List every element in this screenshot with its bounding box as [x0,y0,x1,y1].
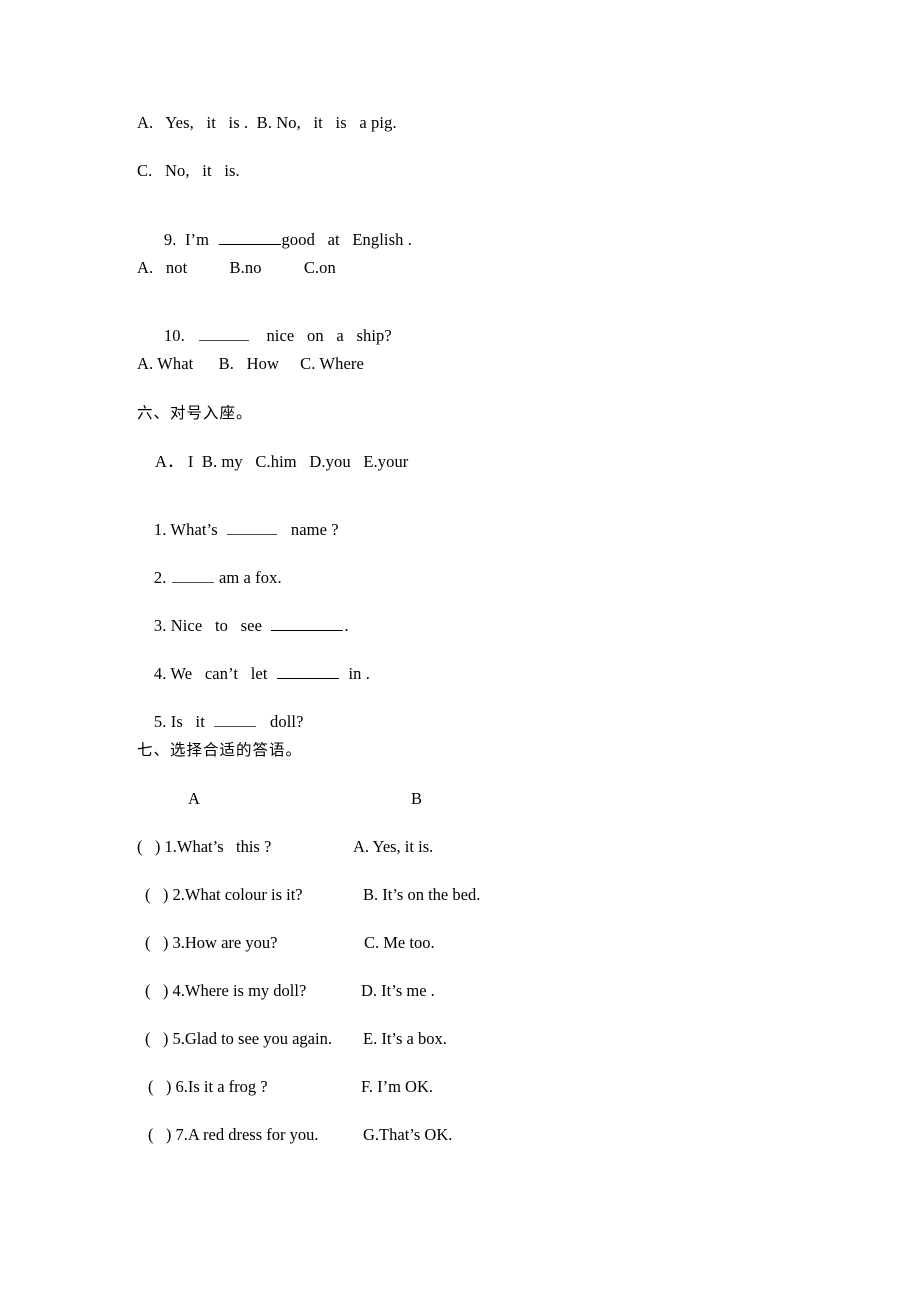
item-4-text-before: We can’t let [170,664,268,683]
item-1-text-before: What’s [170,520,218,539]
worksheet-page: A. Yes, it is . B. No, it is a pig. C. N… [0,0,920,1302]
question-9-text-after: good at English . [281,230,412,249]
question-9-options: A. not B.no C.on [137,258,336,277]
match-row-2-answer: B. It’s on the bed. [363,885,481,904]
match-row-7-text: A red dress for you. [187,1125,319,1144]
match-row-7-number: 7. [175,1125,188,1144]
match-row-3-text: How are you? [184,933,278,952]
q8-options-line-1: A. Yes, it is . B. No, it is a pig. [137,113,397,132]
item-5-text-after: doll? [270,712,304,731]
match-row-3-question: ( ) 3.How are you? [145,933,277,953]
q8-options-line-2: C. No, it is. [137,161,240,180]
item-4-number: 4. [153,664,167,683]
item-3-text-before: Nice to see [170,616,263,635]
match-row-1-question: ( ) 1.What’s this ? [137,837,271,857]
match-row-5-number: 5. [172,1029,185,1048]
match-row-6-text: Is it a frog ? [187,1077,268,1096]
match-row-2-question: ( ) 2.What colour is it? [145,885,303,905]
match-row-2-text: What colour is it? [184,885,303,904]
item-4-text-after: in . [348,664,370,683]
item-2-blank[interactable] [171,568,214,583]
match-row-4-question: ( ) 4.Where is my doll? [145,981,306,1001]
item-1-number: 1. [153,520,167,539]
item-5-number: 5. [153,712,167,731]
match-row-6-question: ( ) 6.Is it a frog ? [148,1077,268,1097]
match-row-6-answer: F. I’m OK. [361,1077,434,1096]
question-9-text-before: I’m [184,230,210,249]
match-row-5-answer: E. It’s a box. [363,1029,447,1048]
match-row-1-answer: A. Yes, it is. [353,837,434,856]
section-seven-heading: 七、选择合适的答语。 [137,741,303,759]
item-1-blank[interactable] [227,520,278,535]
item-5-blank[interactable] [214,712,257,727]
match-row-4-text: Where is my doll? [184,981,307,1000]
match-row-1-number: 1. [164,837,177,856]
item-3-text-after: . [344,616,349,635]
section-six-heading: 六、对号入座。 [137,404,253,422]
match-row-4-bracket[interactable]: ( ) [145,981,168,1000]
match-row-5-text: Glad to see you again. [184,1029,332,1048]
item-3-number: 3. [153,616,167,635]
item-2-number: 2. [153,568,167,587]
match-row-5-question: ( ) 5.Glad to see you again. [145,1029,332,1049]
question-9-blank[interactable] [218,230,281,245]
match-row-2-bracket[interactable]: ( ) [145,885,168,904]
question-10-options: A. What B. How C. Where [137,354,364,373]
match-row-6-number: 6. [175,1077,188,1096]
match-row-7-answer: G.That’s OK. [363,1125,453,1144]
column-a-header: A [188,789,201,808]
match-row-4-number: 4. [172,981,185,1000]
question-10-text-after: nice on a ship? [266,326,392,345]
column-b-header: B [411,789,423,808]
item-3-blank[interactable] [271,616,344,631]
question-9-number: 9. [163,230,177,249]
section-six-word-bank: A． I B. my C.him D.you E.your [155,452,409,471]
match-row-1-bracket[interactable]: ( ) [137,837,160,856]
match-row-5-bracket[interactable]: ( ) [145,1029,168,1048]
match-row-4-answer: D. It’s me . [361,981,435,1000]
item-2-text-after: am a fox. [218,568,282,587]
match-row-1-text: What’s this ? [176,837,272,856]
match-row-3-number: 3. [172,933,185,952]
match-row-3-answer: C. Me too. [364,933,435,952]
item-5-text-before: Is it [170,712,205,731]
item-4-blank[interactable] [276,664,339,679]
match-row-2-number: 2. [172,885,185,904]
item-1-text-after: name ? [290,520,339,539]
question-10-number: 10. [163,326,185,345]
question-10-blank[interactable] [198,326,249,341]
match-row-6-bracket[interactable]: ( ) [148,1077,171,1096]
match-row-7-question: ( ) 7.A red dress for you. [148,1125,318,1145]
match-row-7-bracket[interactable]: ( ) [148,1125,171,1144]
match-row-3-bracket[interactable]: ( ) [145,933,168,952]
